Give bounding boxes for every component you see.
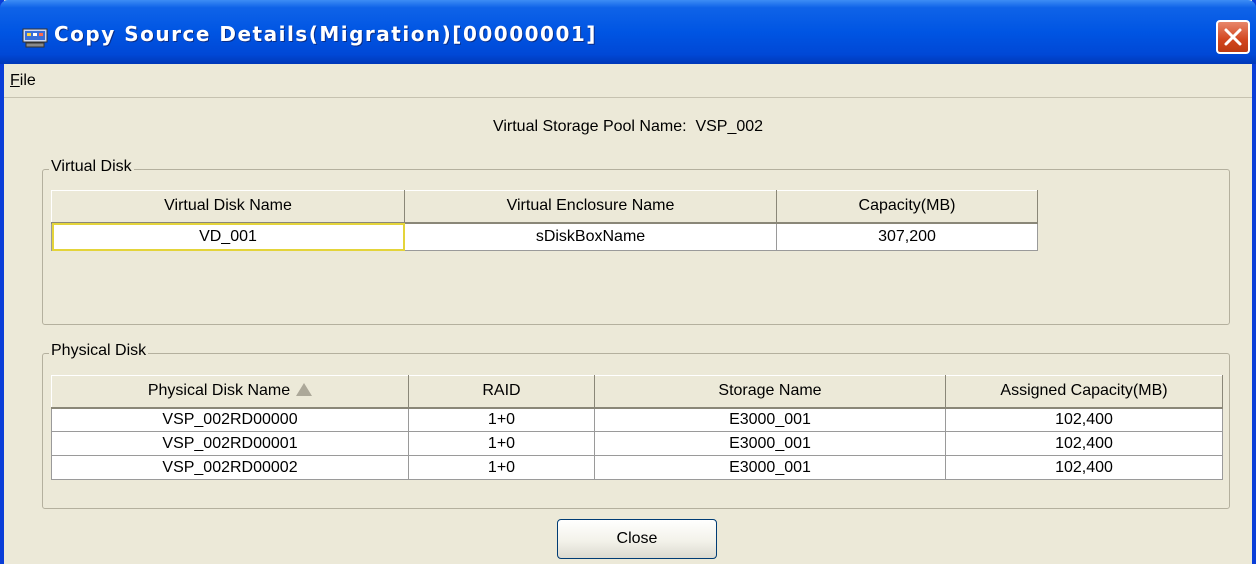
physical-disk-group: Physical Disk Physical Disk Name RAID St… (42, 342, 1230, 509)
window-close-button[interactable] (1216, 20, 1250, 54)
table-cell[interactable]: 102,400 (945, 455, 1223, 480)
table-cell[interactable]: sDiskBoxName (404, 222, 777, 251)
pool-name-line: Virtual Storage Pool Name: VSP_002 (4, 118, 1252, 136)
physical-disk-legend: Physical Disk (49, 342, 149, 360)
window-title: Copy Source Details(Migration)[00000001] (54, 22, 597, 46)
column-header-storage-name[interactable]: Storage Name (594, 375, 946, 409)
menu-file-mnemonic: F (10, 72, 20, 89)
menu-bar: File (4, 64, 1252, 98)
title-bar[interactable]: Copy Source Details(Migration)[00000001] (0, 0, 1256, 64)
column-header-capacity[interactable]: Capacity(MB) (776, 190, 1038, 224)
pool-name-value: VSP_002 (695, 118, 764, 135)
table-cell[interactable]: VD_001 (51, 222, 405, 251)
sort-ascending-icon (296, 383, 313, 397)
column-header-physical-disk-name[interactable]: Physical Disk Name (51, 375, 409, 409)
table-cell[interactable]: 1+0 (408, 455, 595, 480)
dialog-content: Virtual Storage Pool Name: VSP_002 Virtu… (4, 98, 1252, 564)
menu-file[interactable]: File (10, 72, 36, 90)
table-cell[interactable]: 1+0 (408, 431, 595, 456)
table-cell[interactable]: 102,400 (945, 431, 1223, 456)
table-row[interactable]: VD_001 sDiskBoxName 307,200 (51, 222, 1038, 251)
table-cell[interactable]: 307,200 (776, 222, 1038, 251)
table-cell[interactable]: VSP_002RD00002 (51, 455, 409, 480)
close-icon (1224, 28, 1242, 46)
table-cell[interactable]: 102,400 (945, 407, 1223, 432)
column-header-raid[interactable]: RAID (408, 375, 595, 409)
table-row[interactable]: VSP_002RD00002 1+0 E3000_001 102,400 (51, 455, 1223, 480)
table-cell[interactable]: E3000_001 (594, 455, 946, 480)
app-icon (22, 28, 48, 48)
table-row[interactable]: VSP_002RD00000 1+0 E3000_001 102,400 (51, 407, 1223, 432)
column-header-virtual-enclosure-name[interactable]: Virtual Enclosure Name (404, 190, 777, 224)
table-cell[interactable]: 1+0 (408, 407, 595, 432)
pool-name-label: Virtual Storage Pool Name: (492, 118, 687, 135)
table-cell[interactable]: VSP_002RD00000 (51, 407, 409, 432)
virtual-disk-legend: Virtual Disk (49, 158, 134, 176)
table-cell[interactable]: E3000_001 (594, 407, 946, 432)
column-header-assigned-capacity[interactable]: Assigned Capacity(MB) (945, 375, 1223, 409)
virtual-disk-table: Virtual Disk Name Virtual Enclosure Name… (51, 190, 1038, 251)
column-header-label: Physical Disk Name (147, 382, 291, 400)
menu-file-label: ile (19, 72, 36, 89)
dialog-window: Copy Source Details(Migration)[00000001]… (0, 0, 1256, 564)
physical-disk-table: Physical Disk Name RAID Storage Name Ass… (51, 375, 1223, 480)
column-header-virtual-disk-name[interactable]: Virtual Disk Name (51, 190, 405, 224)
table-cell[interactable]: VSP_002RD00001 (51, 431, 409, 456)
virtual-disk-group: Virtual Disk Virtual Disk Name Virtual E… (42, 158, 1230, 325)
close-button[interactable]: Close (557, 519, 717, 559)
table-cell[interactable]: E3000_001 (594, 431, 946, 456)
table-row[interactable]: VSP_002RD00001 1+0 E3000_001 102,400 (51, 431, 1223, 456)
